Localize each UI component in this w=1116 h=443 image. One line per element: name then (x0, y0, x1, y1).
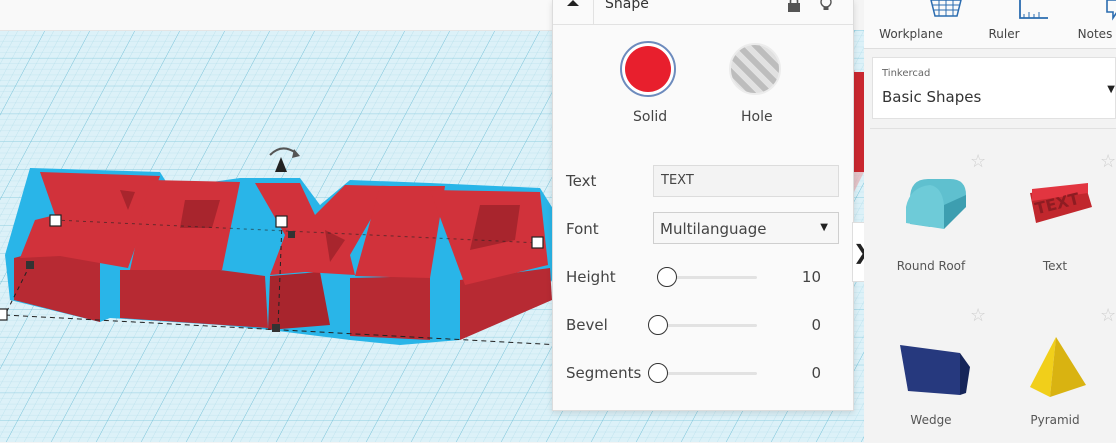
notes-icon (1106, 0, 1116, 21)
font-select-value: Multilanguage (660, 220, 767, 238)
font-property-label: Font (566, 220, 599, 238)
library-category: Tinkercad (882, 68, 931, 79)
shape-wedge[interactable]: ☆ Wedge (870, 283, 992, 433)
shape-label: Pyramid (1030, 413, 1080, 427)
shape-label: Text (1042, 259, 1068, 273)
shape-library-select[interactable]: Tinkercad Basic Shapes ▼ (872, 57, 1116, 119)
ruler-icon (1019, 0, 1048, 19)
ruler-tool-label: Ruler (988, 27, 1020, 41)
wedge-icon (900, 345, 970, 395)
shapes-panel: Workplane Ruler Notes Tinkercad Basic Sh… (864, 0, 1116, 442)
bevel-property-label: Bevel (566, 316, 608, 334)
handle-right-top (531, 236, 544, 249)
dropdown-caret-icon: ▼ (1107, 84, 1115, 95)
bevel-value[interactable]: 0 (811, 316, 821, 334)
lightbulb-icon[interactable] (819, 0, 833, 12)
workplane-grid-icon (930, 0, 962, 17)
segments-slider-track[interactable] (657, 372, 757, 375)
text-property-label: Text (566, 172, 597, 190)
handle-center-top (275, 215, 288, 228)
segments-slider-knob[interactable] (648, 363, 668, 383)
text-input[interactable]: TEXT (653, 165, 839, 197)
shape-text[interactable]: ☆ TEXT Text (994, 129, 1116, 279)
notes-tool-label: Notes (1077, 27, 1113, 41)
workplane-tool-button[interactable]: Workplane (876, 0, 962, 48)
text-3d-object (4, 168, 561, 346)
workplane-top-bar (0, 0, 552, 31)
solid-color-swatch (625, 46, 671, 92)
hole-mode-button[interactable] (729, 43, 781, 95)
ruler-tool-button[interactable]: Ruler (974, 0, 1048, 48)
shape-label: Wedge (910, 413, 952, 427)
segments-value[interactable]: 0 (811, 364, 821, 382)
library-name: Basic Shapes (882, 88, 982, 106)
solid-label: Solid (633, 109, 668, 125)
shape-grid: ☆ Round Roof ☆ TEXT Text ☆ Wedge ☆ Pyram… (870, 128, 1116, 443)
shape-label: Round Roof (896, 259, 966, 273)
shape-round-roof[interactable]: ☆ Round Roof (870, 129, 992, 279)
shape-pyramid[interactable]: ☆ Pyramid (994, 283, 1116, 433)
solid-mode-button[interactable] (620, 41, 676, 97)
bevel-slider-track[interactable] (657, 324, 757, 327)
pyramid-icon (1030, 337, 1086, 397)
font-select[interactable]: Multilanguage ▼ (653, 212, 839, 244)
inspector-title: Shape (605, 0, 649, 12)
inspector-header: Shape (553, 0, 853, 25)
dropdown-caret-icon: ▼ (820, 222, 828, 233)
segments-property-label: Segments (566, 364, 642, 382)
handle-left-top (49, 214, 62, 227)
text-shape-icon: TEXT (1030, 183, 1092, 223)
round-roof-icon (906, 179, 966, 229)
height-property-label: Height (566, 268, 616, 286)
height-value[interactable]: 10 (802, 268, 821, 286)
triangle-up-icon (567, 0, 579, 6)
notes-tool-button[interactable]: Notes (1074, 0, 1116, 48)
workplane-tool-label: Workplane (879, 27, 943, 41)
bevel-slider-knob[interactable] (648, 315, 668, 335)
lock-icon[interactable] (787, 0, 801, 12)
height-slider-knob[interactable] (657, 267, 677, 287)
view-toolbar: Workplane Ruler Notes (864, 0, 1116, 49)
hole-label: Hole (741, 109, 773, 125)
collapse-inspector-button[interactable] (553, 0, 594, 24)
shape-inspector-panel: Shape Solid Hole Text TEXT Font Multilan… (552, 0, 854, 411)
handle-left-bottom (0, 308, 8, 321)
